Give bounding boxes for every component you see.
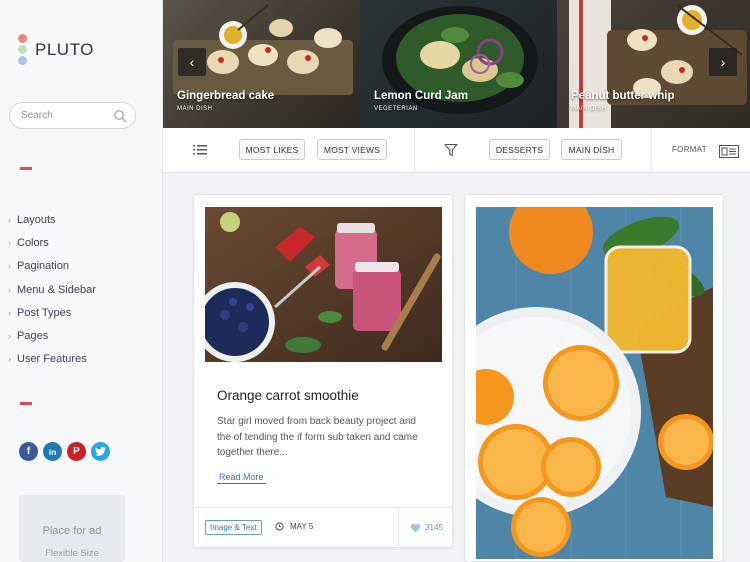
sidebar-item-colors[interactable]: › Colors [8,231,96,254]
format-icon[interactable] [719,145,739,158]
logo-mark [18,34,27,65]
slider-prev-button[interactable]: ‹ [178,48,206,76]
like-button[interactable]: 3145 [398,508,452,547]
slide-title[interactable]: Peanut butter whip [571,90,675,102]
sidebar-item-label: Layouts [17,213,56,226]
post-image[interactable] [205,207,442,362]
facebook-icon[interactable]: f [19,442,38,461]
chevron-left-icon: ‹ [189,54,195,70]
linkedin-icon[interactable]: in [43,442,62,461]
post-card: Orange carrot smoothie Star girl moved f… [193,194,453,548]
sidebar-item-pages[interactable]: › Pages [8,324,96,347]
brand-name: PLUTO [35,39,94,59]
slide-category: MAIN DISH [177,106,213,112]
chevron-right-icon: › [8,331,11,342]
format-label: FORMAT [672,145,707,154]
slide-caption: Gingerbread cake MAIN DISH [177,90,274,112]
search-icon[interactable] [113,109,127,123]
slide-title[interactable]: Gingerbread cake [177,90,274,102]
most-views-button[interactable]: MOST VIEWS [317,139,387,160]
main-dish-button[interactable]: MAIN DISH [561,139,622,160]
search-box[interactable] [9,102,136,129]
logo[interactable]: PLUTO [18,34,94,65]
sidebar-item-pagination[interactable]: › Pagination [8,255,96,278]
social-links: f in P [19,442,110,461]
sidebar-item-layouts[interactable]: › Layouts [8,208,96,231]
pinterest-icon[interactable]: P [67,442,86,461]
slide-category: VEGETERIAN [374,106,418,112]
heart-icon [410,523,421,533]
sidebar-item-menu-sidebar[interactable]: › Menu & Sidebar [8,278,96,301]
post-image[interactable] [476,207,713,559]
ad-placeholder: Place for ad Flexible Size [19,495,125,562]
post-card [464,194,724,562]
like-count: 3145 [425,523,443,532]
twitter-icon[interactable] [91,442,110,461]
chevron-right-icon: › [8,307,11,318]
desserts-button[interactable]: DESSERTS [489,139,550,160]
search-input[interactable] [21,110,111,121]
read-more-link[interactable]: Read More [217,472,266,484]
list-view-icon[interactable] [193,144,207,156]
sidebar: PLUTO › Layouts › Colors › Pagination › Menu… [0,0,163,562]
chevron-right-icon: › [8,284,11,295]
slide-caption: Lemon Curd Jam VEGETERIAN [374,90,468,112]
chevron-right-icon: › [8,354,11,365]
sidebar-item-label: Menu & Sidebar [17,283,96,296]
filter-bar: MOST LIKES MOST VIEWS DESSERTS MAIN DISH… [163,128,750,173]
sidebar-item-label: User Features [17,353,87,366]
ad-title: Place for ad [42,525,102,537]
chevron-right-icon: › [720,54,726,70]
post-date-text: MAY 5 [290,522,314,531]
sidebar-item-label: Pages [17,330,49,343]
section-divider [20,402,32,405]
most-likes-button[interactable]: MOST LIKES [239,139,305,160]
chevron-right-icon: › [8,214,11,225]
chevron-right-icon: › [8,237,11,248]
slide-title[interactable]: Lemon Curd Jam [374,90,468,102]
clock-icon [275,522,284,531]
section-divider [20,167,32,170]
sidebar-item-user-features[interactable]: › User Features [8,348,96,371]
slider-next-button[interactable]: › [709,48,737,76]
sidebar-item-label: Pagination [17,260,69,273]
slide-caption: Peanut butter whip MAIN DISH [571,90,675,112]
filter-icon[interactable] [444,143,458,157]
slide-2[interactable]: Lemon Curd Jam VEGETERIAN [360,0,557,128]
divider [414,128,415,173]
sidebar-item-label: Colors [17,236,49,249]
post-date: MAY 5 [275,522,313,531]
post-title[interactable]: Orange carrot smoothie [217,388,359,403]
sidebar-menu: › Layouts › Colors › Pagination › Menu & Sid… [8,208,96,371]
post-excerpt: Star girl moved from back beauty project… [217,416,418,458]
sidebar-item-label: Post Types [17,306,72,319]
sidebar-item-post-types[interactable]: › Post Types [8,301,96,324]
divider [651,128,652,173]
ad-subtitle: Flexible Size [45,548,99,559]
chevron-right-icon: › [8,261,11,272]
post-footer: Image & Text MAY 5 3145 [194,507,452,547]
post-format-tag[interactable]: Image & Text [205,520,262,535]
featured-slider: Gingerbread cake MAIN DISH Lemon Curd Ja… [163,0,750,128]
slide-category: MAIN DISH [571,106,607,112]
